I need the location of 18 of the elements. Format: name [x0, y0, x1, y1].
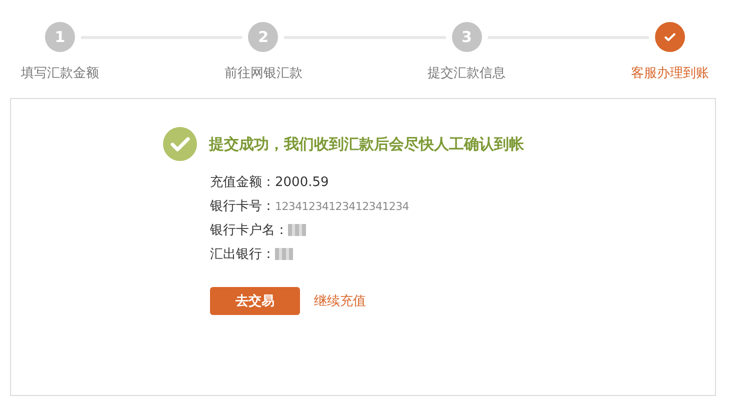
- field-label: 银行卡户名：: [210, 222, 288, 239]
- step-label: 客服办理到账: [630, 65, 709, 82]
- recharge-link[interactable]: 继续充值: [314, 292, 366, 310]
- field-label: 汇出银行：: [210, 246, 275, 263]
- success-check-icon: [163, 127, 197, 161]
- field-label: 银行卡号：: [210, 198, 275, 215]
- step-number: 3: [461, 28, 472, 46]
- check-icon: [662, 30, 677, 44]
- field-value: 12341234123412341234: [275, 200, 409, 212]
- step-label: 提交汇款信息: [428, 65, 506, 82]
- field-value: 2000.59: [275, 174, 329, 190]
- step-label: 填写汇款金额: [21, 65, 99, 82]
- trade-button[interactable]: 去交易: [210, 287, 300, 315]
- step-number: 1: [54, 28, 66, 46]
- step-label: 前往网银汇款: [224, 65, 302, 82]
- success-message: 提交成功，我们收到汇款后会尽快人工确认到帐: [209, 134, 524, 154]
- field-label: 充值金额：: [210, 174, 275, 191]
- step-number: 2: [258, 28, 269, 46]
